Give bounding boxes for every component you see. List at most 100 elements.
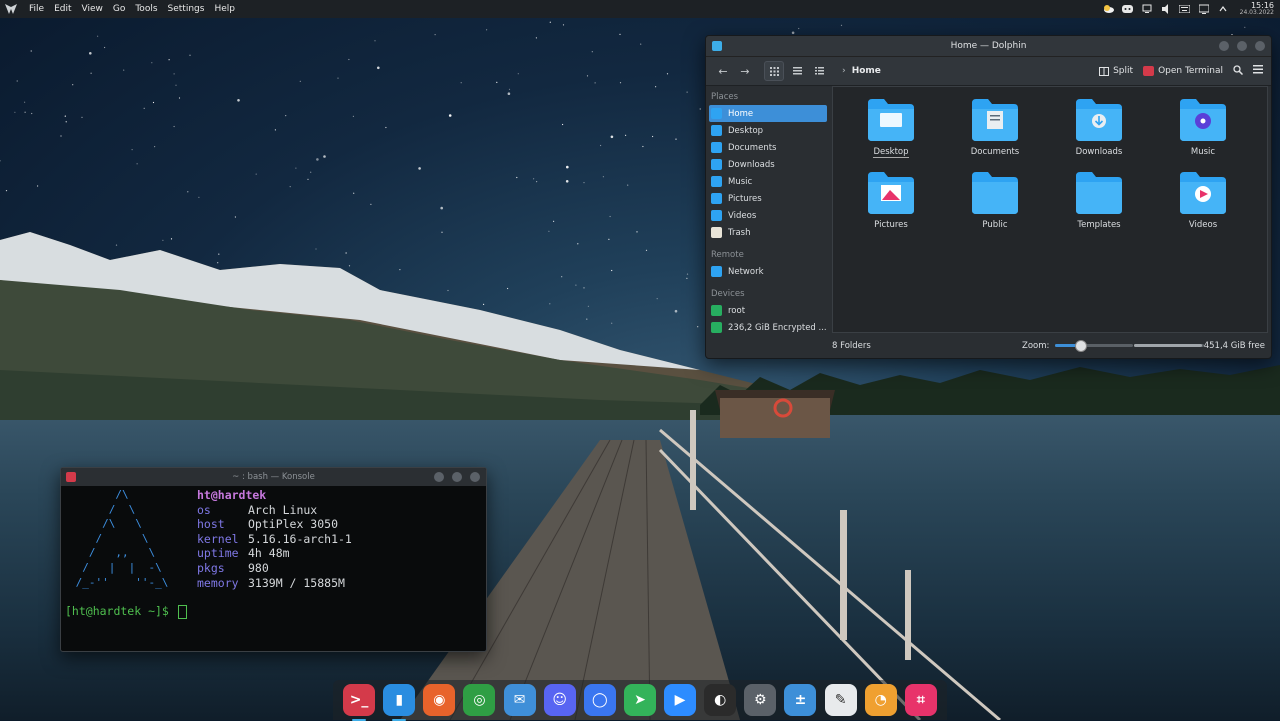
- open-terminal-button[interactable]: Open Terminal: [1143, 66, 1223, 76]
- downloads-folder-icon: [711, 159, 722, 170]
- desktop-folder-icon: [711, 125, 722, 136]
- screenshot-icon[interactable]: ⌗: [904, 684, 937, 716]
- search-icon[interactable]: [1233, 64, 1244, 78]
- place-home[interactable]: Home: [709, 105, 827, 122]
- home-folder-icon: [711, 108, 722, 119]
- dolphin-titlebar[interactable]: Home — Dolphin: [706, 36, 1271, 57]
- file-view[interactable]: Desktop Documents Downloads Music Pictur…: [832, 86, 1268, 333]
- close-button[interactable]: [1255, 41, 1265, 51]
- discord-icon[interactable]: ☺: [543, 684, 576, 716]
- place-documents[interactable]: Documents: [706, 139, 830, 156]
- drive-icon: [711, 305, 722, 316]
- forward-icon[interactable]: →: [736, 62, 754, 80]
- place-pictures[interactable]: Pictures: [706, 190, 830, 207]
- menu-edit[interactable]: Edit: [49, 4, 76, 14]
- open-terminal-label: Open Terminal: [1158, 66, 1223, 76]
- calculator-icon[interactable]: ±: [784, 684, 817, 716]
- file-manager-icon[interactable]: ▮: [383, 684, 416, 721]
- firefox-icon[interactable]: ◉: [423, 684, 456, 716]
- zoom-slider-handle[interactable]: [1075, 340, 1088, 352]
- clock[interactable]: 15:16 24.03.2022: [1240, 1, 1274, 17]
- folder-label: Public: [982, 220, 1008, 230]
- clock-time: 15:16: [1250, 1, 1274, 10]
- info-row: os Arch Linux: [197, 502, 318, 517]
- downloads-folder-icon: [1076, 99, 1122, 141]
- app-icon[interactable]: ◔: [864, 684, 897, 716]
- arch-ascii-logo: /\ / \ /\ \ / \ / ,, \ / | | -\ /_-'' ''…: [75, 488, 169, 589]
- documents-folder-icon: [972, 99, 1018, 141]
- folder-label: Templates: [1077, 220, 1121, 230]
- compact-view-icon[interactable]: [788, 62, 806, 80]
- place-videos[interactable]: Videos: [706, 207, 830, 224]
- folder-label: Desktop: [873, 147, 909, 158]
- text-editor-icon[interactable]: ✎: [824, 684, 857, 716]
- hamburger-menu-icon[interactable]: [1253, 65, 1263, 77]
- konsole-maximize-button[interactable]: [452, 472, 462, 482]
- zoom-label: Zoom:: [1022, 340, 1050, 351]
- folder-documents[interactable]: Documents: [943, 95, 1047, 158]
- folder-label: Music: [1190, 147, 1216, 157]
- breadcrumb-home[interactable]: Home: [852, 66, 881, 76]
- menu-file[interactable]: File: [24, 4, 49, 14]
- folder-music[interactable]: Music: [1151, 95, 1255, 158]
- chevron-right-icon: ›: [842, 66, 846, 76]
- folder-downloads[interactable]: Downloads: [1047, 95, 1151, 158]
- place-downloads[interactable]: Downloads: [706, 156, 830, 173]
- obs-icon[interactable]: ◐: [704, 684, 737, 716]
- konsole-window: ~ : bash — Konsole /\ / \ /\ \ / \ / ,, …: [60, 467, 487, 652]
- info-row: memory 3139M / 15885M: [197, 575, 345, 590]
- shell-prompt[interactable]: [ht@hardtek ~]$: [65, 604, 187, 619]
- place-music[interactable]: Music: [706, 173, 830, 190]
- window-title: Home — Dolphin: [950, 41, 1027, 51]
- telegram-icon[interactable]: ➤: [623, 684, 656, 716]
- info-row: uptime 4h 48m: [197, 546, 290, 561]
- settings-icon[interactable]: ⚙: [744, 684, 777, 716]
- encrypted-drive-icon: [711, 322, 722, 333]
- konsole-minimize-button[interactable]: [434, 472, 444, 482]
- konsole-close-button[interactable]: [470, 472, 480, 482]
- menu-settings[interactable]: Settings: [163, 4, 210, 14]
- konsole-titlebar[interactable]: ~ : bash — Konsole: [61, 468, 486, 486]
- expand-icon[interactable]: [1217, 3, 1229, 15]
- remote-heading: Remote: [711, 250, 744, 260]
- icons-view-icon[interactable]: [764, 61, 784, 81]
- konsole-title: ~ : bash — Konsole: [232, 472, 315, 482]
- maximize-button[interactable]: [1237, 41, 1247, 51]
- menu-go[interactable]: Go: [108, 4, 130, 14]
- minimize-button[interactable]: [1219, 41, 1229, 51]
- signal-icon[interactable]: ◯: [583, 684, 616, 716]
- folder-public[interactable]: Public: [943, 168, 1047, 230]
- network-icon[interactable]: [1141, 3, 1153, 15]
- device-root[interactable]: root: [706, 302, 830, 319]
- details-view-icon[interactable]: [810, 62, 828, 80]
- mail-icon[interactable]: ✉: [503, 684, 536, 716]
- app-menu-icon[interactable]: [4, 2, 18, 16]
- dolphin-toolbar: ← → › Home Split Open Terminal: [706, 57, 1271, 86]
- place-trash[interactable]: Trash: [706, 224, 830, 241]
- volume-icon[interactable]: [1160, 3, 1172, 15]
- folder-desktop[interactable]: Desktop: [839, 95, 943, 158]
- konsole-icon[interactable]: >_: [343, 684, 376, 721]
- zoom-slider[interactable]: [1055, 340, 1134, 352]
- folder-videos[interactable]: Videos: [1151, 168, 1255, 230]
- chrome-icon[interactable]: ◎: [463, 684, 496, 716]
- display-icon[interactable]: [1198, 3, 1210, 15]
- text-cursor: [177, 604, 187, 619]
- zoom-icon[interactable]: ▶: [664, 684, 697, 716]
- weather-icon[interactable]: [1103, 3, 1115, 15]
- discord-icon[interactable]: [1122, 3, 1134, 15]
- menu-help[interactable]: Help: [209, 4, 240, 14]
- back-icon[interactable]: ←: [714, 62, 732, 80]
- breadcrumb[interactable]: › Home: [842, 66, 881, 76]
- keyboard-icon[interactable]: [1179, 3, 1191, 15]
- terminal-output[interactable]: /\ / \ /\ \ / \ / ,, \ / | | -\ /_-'' ''…: [61, 486, 486, 619]
- free-space-bar: [1134, 344, 1204, 347]
- place-desktop[interactable]: Desktop: [706, 122, 830, 139]
- place-network[interactable]: Network: [706, 263, 830, 280]
- split-button[interactable]: Split: [1099, 66, 1133, 76]
- network-folder-icon: [711, 266, 722, 277]
- menu-tools[interactable]: Tools: [130, 4, 162, 14]
- folder-pictures[interactable]: Pictures: [839, 168, 943, 230]
- menu-view[interactable]: View: [77, 4, 108, 14]
- folder-templates[interactable]: Templates: [1047, 168, 1151, 230]
